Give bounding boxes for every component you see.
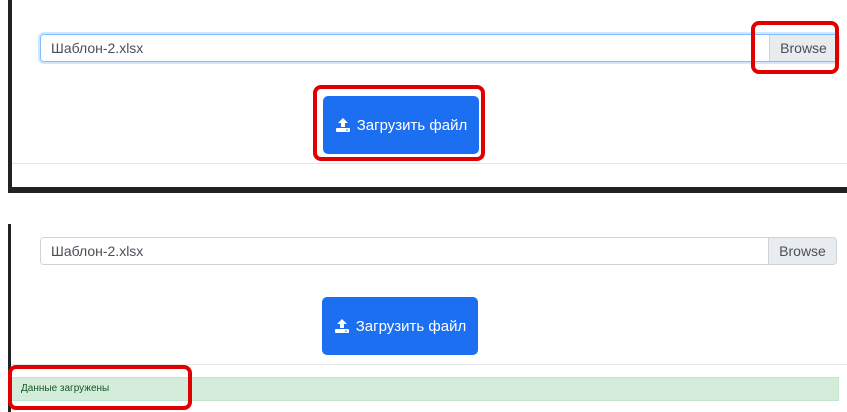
upload-icon xyxy=(335,118,350,132)
divider xyxy=(12,163,847,164)
screenshot-after-upload: Шаблон-2.xlsx Browse Загрузить файл Данн… xyxy=(8,224,847,412)
screenshot-before-upload: Шаблон-2.xlsx Browse Загрузить файл xyxy=(8,0,847,193)
file-name-field[interactable]: Шаблон-2.xlsx xyxy=(41,238,768,264)
upload-file-button[interactable]: Загрузить файл xyxy=(323,96,479,154)
file-input-group[interactable]: Шаблон-2.xlsx Browse xyxy=(40,34,838,62)
browse-button[interactable]: Browse xyxy=(768,238,836,264)
file-name-field[interactable]: Шаблон-2.xlsx xyxy=(41,35,769,61)
upload-icon xyxy=(334,319,349,333)
file-input-group[interactable]: Шаблон-2.xlsx Browse xyxy=(40,237,837,265)
upload-file-button[interactable]: Загрузить файл xyxy=(322,297,478,355)
upload-button-label: Загрузить файл xyxy=(356,116,468,134)
upload-button-label: Загрузить файл xyxy=(355,317,467,335)
divider xyxy=(11,364,847,365)
browse-button[interactable]: Browse xyxy=(769,35,837,61)
success-alert: Данные загружены xyxy=(11,377,839,401)
